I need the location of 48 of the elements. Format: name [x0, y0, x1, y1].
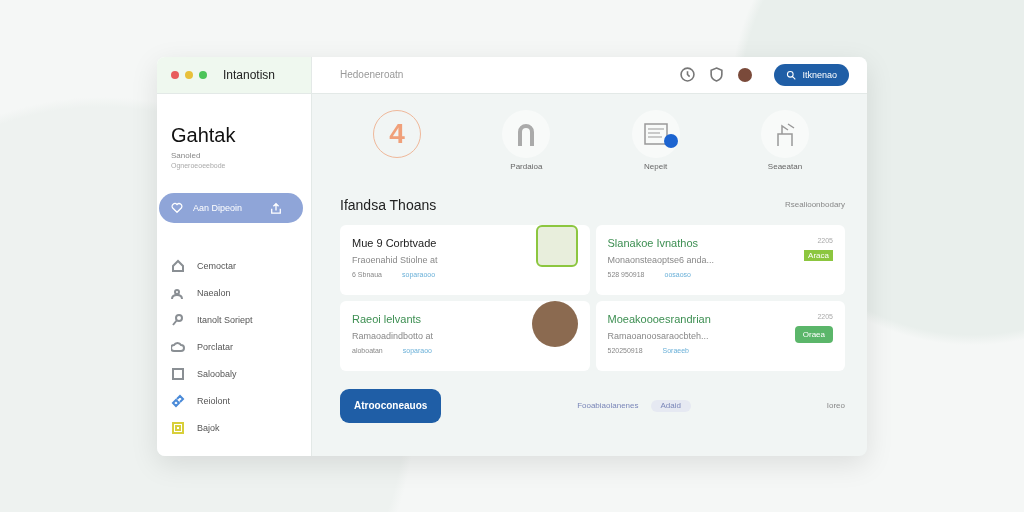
search-button[interactable]: Itknenao: [774, 63, 849, 86]
close-dot[interactable]: [171, 70, 179, 79]
sidebar-item-label: Bajok: [197, 423, 220, 433]
action-button[interactable]: Atrooconeauos: [340, 388, 442, 423]
sidebar-item[interactable]: Saloobaly: [171, 360, 303, 388]
shortcut-label: Seaeatan: [767, 161, 803, 171]
card-title: Slanakoe Ivnathos: [607, 236, 699, 249]
sidebar-item[interactable]: Bajok: [171, 414, 303, 442]
maximize-dot[interactable]: [199, 70, 207, 79]
card-text: Ramaoanoosaraocbteh...: [607, 330, 710, 341]
sidebar-item[interactable]: Reiolont: [171, 387, 303, 415]
card-title: Moeakoooesrandrian: [607, 312, 712, 325]
card-text: Monaonsteaoptse6 anda...: [607, 254, 716, 265]
sticker-picture: [535, 224, 578, 267]
sidebar-item-label: Porclatar: [197, 342, 233, 352]
card-title: Mue 9 Corbtvade: [352, 236, 438, 249]
sidebar-item-label: Naealon: [197, 288, 231, 298]
sidebar-subtitle: Sanoled: [171, 150, 202, 160]
section-link[interactable]: Rsealioonbodary: [784, 200, 845, 209]
heart-icon: [171, 201, 183, 214]
sidebar-title: Gahtak: [171, 123, 237, 147]
card-text: Ramaoadindbotto at: [352, 330, 435, 341]
sidebar-item[interactable]: Porclatar: [171, 333, 303, 361]
photo-placeholder: [531, 300, 578, 347]
avatar-icon[interactable]: [738, 67, 753, 82]
sidebar-item-label: Cemoctar: [197, 261, 236, 271]
sidebar-item[interactable]: Itanolt Soriept: [171, 306, 303, 334]
card-label: Araca: [804, 249, 833, 261]
shield-icon: [709, 67, 725, 82]
sidebar-item-label: Saloobaly: [197, 369, 237, 379]
footer-note: Fooabiaolanenes: [577, 401, 639, 410]
minimize-dot[interactable]: [185, 70, 193, 79]
card-text: Fraoenahid Stiolne at: [352, 254, 439, 265]
section-title: Ifandsa Thoans: [340, 196, 437, 213]
footer-text: Ioreo: [826, 401, 845, 410]
sidebar-item-label: Reiolont: [197, 396, 231, 406]
upload-icon: [270, 201, 283, 214]
sidebar-item[interactable]: Cemoctar: [171, 252, 303, 280]
window-title: Intanotisn: [223, 67, 276, 82]
sidebar-item[interactable]: Naealon: [171, 279, 303, 307]
search-icon: [786, 69, 797, 80]
address-text: Hedoeneroatn: [340, 69, 405, 80]
shortcut-label: Nepeit: [644, 161, 668, 171]
card-title: Raeoi lelvants: [352, 312, 423, 325]
clock-icon: [680, 67, 696, 82]
document-icon: [643, 122, 668, 145]
sidebar-item-label: Itanolt Soriept: [197, 315, 253, 325]
shortcut-label: Pardaioa: [510, 161, 543, 171]
